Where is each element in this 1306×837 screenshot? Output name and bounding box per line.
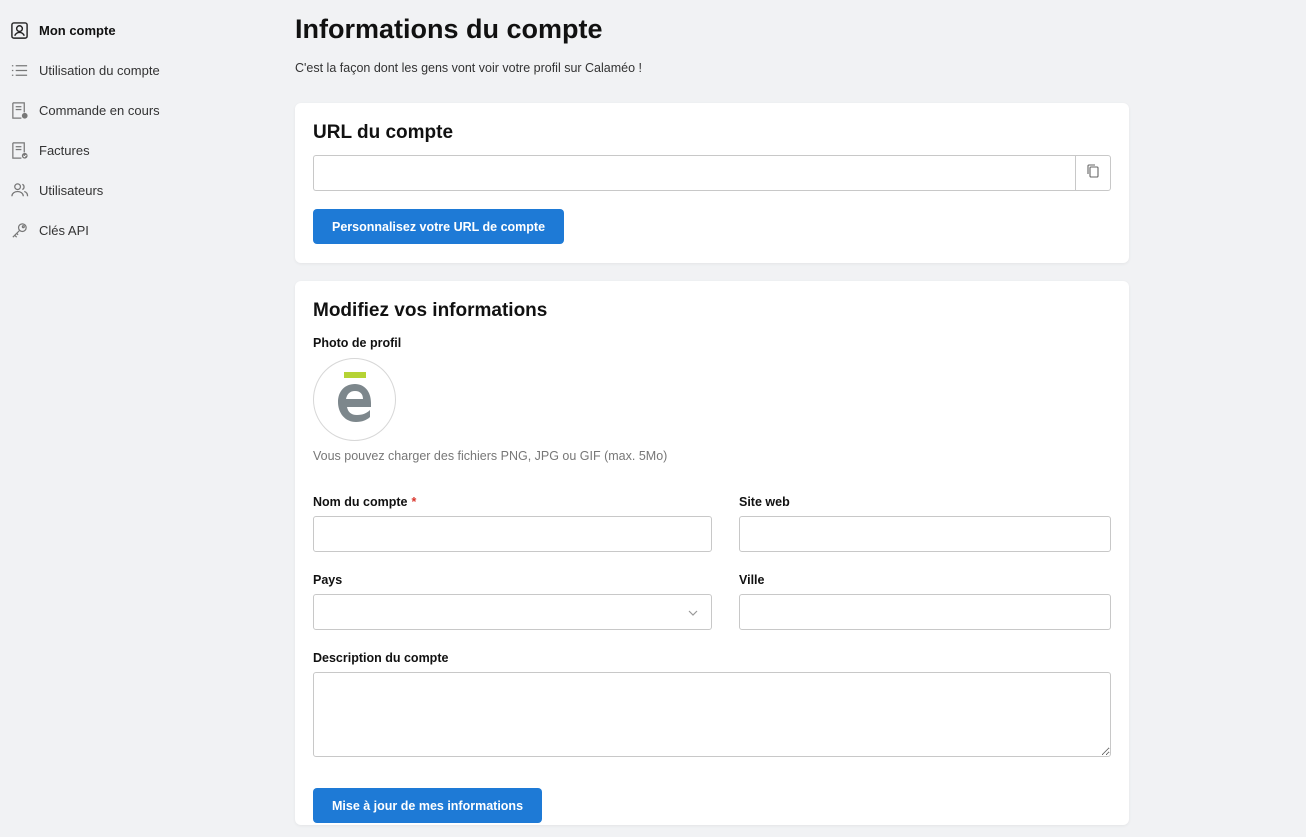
url-card: URL du compte Personnalisez votre URL de… [295, 103, 1129, 263]
description-label: Description du compte [313, 651, 449, 665]
sidebar: Mon compte Utilisation du compte Command… [0, 10, 260, 250]
key-icon [9, 220, 29, 240]
photo-hint: Vous pouvez charger des fichiers PNG, JP… [313, 449, 668, 463]
website-input[interactable] [739, 516, 1111, 552]
sidebar-item-cles-api[interactable]: Clés API [0, 210, 260, 250]
row-name-website: Nom du compte * Site web [313, 494, 1111, 552]
avatar[interactable] [313, 358, 396, 441]
chevron-down-icon [687, 606, 699, 624]
row-country-city: Pays Ville [313, 572, 1111, 630]
description-group: Description du compte [313, 650, 1111, 762]
url-card-title: URL du compte [313, 122, 454, 143]
sidebar-item-label: Commande en cours [39, 102, 160, 118]
sidebar-item-mon-compte[interactable]: Mon compte [0, 10, 260, 50]
main-content: Informations du compte C'est la façon do… [295, 0, 1129, 825]
country-select[interactable] [313, 594, 712, 630]
sidebar-item-label: Utilisation du compte [39, 62, 160, 78]
copy-icon [1086, 163, 1100, 183]
edit-info-card: Modifiez vos informations Photo de profi… [295, 281, 1129, 825]
edit-info-title: Modifiez vos informations [313, 300, 548, 321]
users-icon [9, 180, 29, 200]
account-box-icon [9, 20, 29, 40]
customize-url-button[interactable]: Personnalisez votre URL de compte [313, 209, 565, 244]
sidebar-item-factures[interactable]: Factures [0, 130, 260, 170]
url-row [313, 155, 1111, 191]
website-label: Site web [739, 495, 790, 509]
city-label: Ville [739, 573, 765, 587]
account-name-label-text: Nom du compte [313, 495, 408, 509]
page-subtitle: C'est la façon dont les gens vont voir v… [295, 61, 642, 75]
description-textarea[interactable] [313, 672, 1111, 757]
calameo-logo-icon [337, 371, 371, 422]
sidebar-item-label: Factures [39, 142, 90, 158]
country-label: Pays [313, 573, 343, 587]
website-group: Site web [739, 494, 1111, 552]
invoice-icon [9, 140, 29, 160]
sidebar-item-label: Utilisateurs [39, 182, 104, 198]
photo-label: Photo de profil [313, 336, 402, 350]
country-group: Pays [313, 572, 712, 630]
list-icon [9, 60, 29, 80]
order-document-icon [9, 100, 29, 120]
city-input[interactable] [739, 594, 1111, 630]
required-mark: * [411, 495, 417, 509]
account-name-group: Nom du compte * [313, 494, 712, 552]
city-group: Ville [739, 572, 1111, 630]
sidebar-item-label: Mon compte [39, 22, 116, 38]
account-name-label: Nom du compte * [313, 494, 712, 510]
account-url-input[interactable] [313, 155, 1075, 191]
sidebar-item-utilisateurs[interactable]: Utilisateurs [0, 170, 260, 210]
copy-url-button[interactable] [1075, 155, 1111, 191]
page-title: Informations du compte [295, 14, 603, 44]
sidebar-item-commande[interactable]: Commande en cours [0, 90, 260, 130]
update-info-button[interactable]: Mise à jour de mes informations [313, 788, 543, 823]
sidebar-item-label: Clés API [39, 222, 89, 238]
sidebar-item-utilisation[interactable]: Utilisation du compte [0, 50, 260, 90]
account-name-input[interactable] [313, 516, 712, 552]
